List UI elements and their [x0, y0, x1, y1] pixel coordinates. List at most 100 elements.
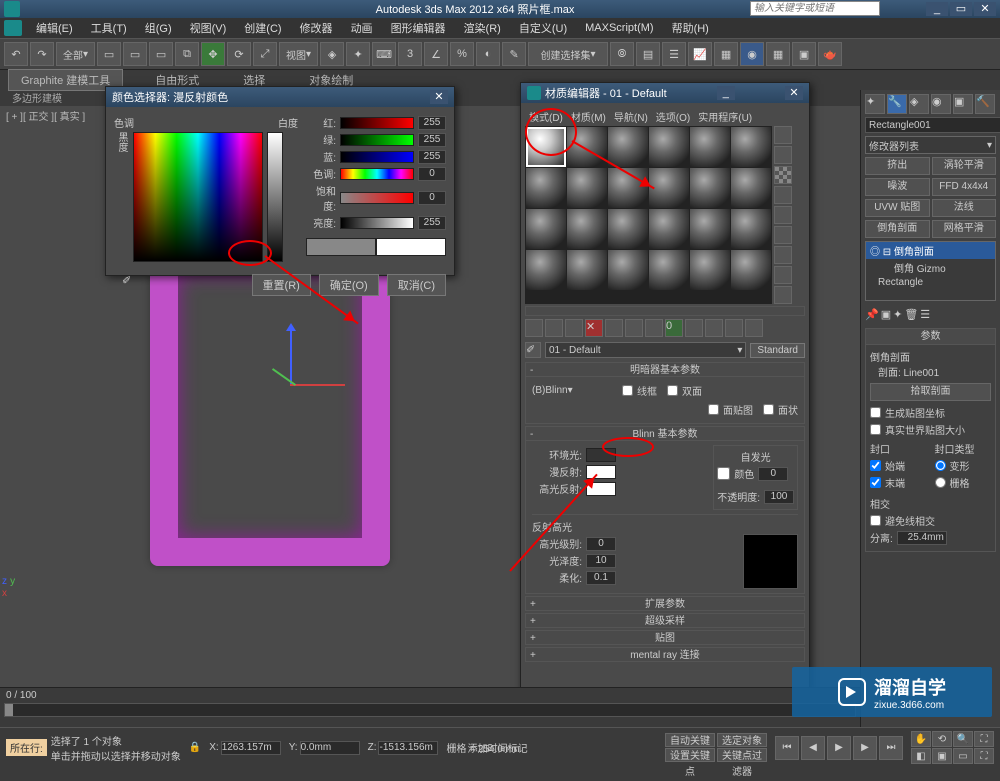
menu-modifiers[interactable]: 修改器 [296, 20, 337, 36]
shader-dropdown[interactable]: (B)Blinn▾ [532, 385, 612, 396]
soften-value[interactable]: 0.1 [586, 571, 616, 585]
schematic-button[interactable]: ▦ [714, 42, 738, 66]
me-menu-material[interactable]: 材质(M) [571, 109, 606, 124]
mod-bevelprofile-button[interactable]: 倒角剖面 [865, 220, 930, 238]
selfillum-color-checkbox[interactable] [717, 467, 730, 480]
twosided-checkbox[interactable] [667, 385, 678, 396]
g-value[interactable]: 255 [418, 133, 446, 147]
s-slider[interactable] [340, 192, 414, 204]
maps-rollout-header[interactable]: 贴图 [525, 630, 805, 645]
v-slider[interactable] [340, 217, 414, 229]
material-slot[interactable] [567, 209, 607, 249]
next-frame-button[interactable]: ▶ [853, 736, 877, 760]
r-value[interactable]: 255 [418, 116, 446, 130]
mirror-button[interactable]: ⦾ [610, 42, 634, 66]
app-menu-icon[interactable] [4, 20, 22, 36]
material-editor-close[interactable]: ✕ [785, 86, 803, 100]
render-frame-button[interactable]: ▣ [792, 42, 816, 66]
modifier-stack[interactable]: ◎ ⊟ 倒角剖面 倒角 Gizmo Rectangle [865, 241, 996, 301]
x-coord-input[interactable] [221, 741, 281, 755]
hierarchy-tab[interactable]: ◈ [909, 94, 929, 114]
object-name-input[interactable] [865, 117, 1000, 133]
maximize-button[interactable]: ▭ [950, 2, 972, 16]
material-slot[interactable] [608, 209, 648, 249]
supersample-rollout-header[interactable]: 超级采样 [525, 613, 805, 628]
me-menu-navigate[interactable]: 导航(N) [614, 109, 648, 124]
navigator-button[interactable] [774, 286, 792, 304]
diffuse-swatch[interactable] [586, 465, 616, 479]
material-slot[interactable] [567, 250, 607, 290]
mod-extrude-button[interactable]: 挤出 [865, 157, 930, 175]
show-in-viewport-button[interactable] [685, 319, 703, 337]
pin-stack-button[interactable]: 📌 [865, 308, 879, 321]
render-setup-button[interactable]: ▦ [766, 42, 790, 66]
me-menu-mode[interactable]: 模式(D) [529, 109, 563, 124]
help-search-input[interactable] [750, 1, 880, 16]
show-end-button[interactable]: ▣ [881, 308, 891, 321]
zoom-extents-button[interactable]: ▣ [932, 748, 952, 764]
move-gizmo[interactable] [260, 326, 350, 416]
goto-end-button[interactable]: ⏭ [879, 736, 903, 760]
undo-button[interactable]: ↶ [4, 42, 28, 66]
layer-button[interactable]: ☰ [662, 42, 686, 66]
menu-edit[interactable]: 编辑(E) [32, 20, 77, 36]
assign-to-sel-button[interactable] [565, 319, 583, 337]
make-copy-button[interactable] [605, 319, 623, 337]
close-button[interactable]: ✕ [974, 2, 996, 16]
region-zoom-button[interactable]: ▭ [953, 748, 973, 764]
prev-frame-button[interactable]: ◀ [801, 736, 825, 760]
speclevel-value[interactable]: 0 [586, 537, 616, 551]
gen-uv-checkbox[interactable] [870, 407, 881, 418]
redo-button[interactable]: ↷ [30, 42, 54, 66]
get-material-button[interactable] [525, 319, 543, 337]
sample-type-button[interactable] [774, 126, 792, 144]
stack-item-bevel[interactable]: ◎ ⊟ 倒角剖面 [866, 242, 995, 259]
b-slider[interactable] [340, 151, 414, 163]
mod-turbosmooth-button[interactable]: 涡轮平滑 [932, 157, 997, 175]
select-by-mat-button[interactable] [774, 266, 792, 284]
me-menu-options[interactable]: 选项(O) [656, 109, 690, 124]
material-editor-titlebar[interactable]: 材质编辑器 - 01 - Default _ ✕ [521, 83, 809, 103]
mod-ffd-button[interactable]: FFD 4x4x4 [932, 178, 997, 196]
material-slot[interactable] [608, 250, 648, 290]
curve-editor-button[interactable]: 📈 [688, 42, 712, 66]
value-strip[interactable] [267, 132, 283, 262]
keyfilter-button[interactable]: 关键点过滤器 [717, 748, 767, 762]
reset-map-button[interactable]: ✕ [585, 319, 603, 337]
material-slot[interactable] [526, 250, 566, 290]
material-slot[interactable] [731, 168, 771, 208]
selset-filter[interactable]: 选定对象 [717, 733, 767, 747]
specular-swatch[interactable] [586, 482, 616, 496]
spinner-snap-button[interactable]: ◐ [476, 42, 500, 66]
menu-customize[interactable]: 自定义(U) [515, 20, 571, 36]
gizmo-y-axis[interactable] [272, 368, 296, 386]
menu-tools[interactable]: 工具(T) [87, 20, 131, 36]
ambient-swatch[interactable] [586, 448, 616, 462]
r-slider[interactable] [340, 117, 414, 129]
select-button[interactable]: ▭ [97, 42, 121, 66]
video-check-button[interactable] [774, 206, 792, 224]
percent-snap-button[interactable]: % [450, 42, 474, 66]
material-slot[interactable] [649, 127, 689, 167]
shader-rollout-header[interactable]: 明暗器基本参数 [525, 362, 805, 377]
menu-group[interactable]: 组(G) [141, 20, 176, 36]
material-slot[interactable] [526, 168, 566, 208]
fov-button[interactable]: ◧ [911, 748, 931, 764]
make-unique-button[interactable]: ✦ [893, 308, 902, 321]
material-type-button[interactable]: Standard [750, 343, 805, 358]
b-value[interactable]: 255 [418, 150, 446, 164]
mod-normal-button[interactable]: 法线 [932, 199, 997, 217]
remove-mod-button[interactable]: 🗑 [904, 308, 918, 321]
timeline[interactable]: 0 / 100 [0, 687, 860, 727]
z-coord-input[interactable] [378, 741, 438, 755]
menu-animation[interactable]: 动画 [347, 20, 377, 36]
viewport-label[interactable]: [ + ][ 正交 ][ 真实 ] [6, 108, 85, 123]
pick-profile-button[interactable]: 拾取剖面 [870, 383, 991, 401]
put-to-scene-button[interactable] [545, 319, 563, 337]
grid-radio[interactable] [935, 477, 946, 488]
cancel-button[interactable]: 取消(C) [387, 274, 446, 296]
make-unique-button[interactable] [625, 319, 643, 337]
modifier-list-dropdown[interactable]: 修改器列表▾ [865, 136, 996, 154]
me-hscrollbar[interactable] [525, 306, 805, 316]
menu-create[interactable]: 创建(C) [240, 20, 285, 36]
